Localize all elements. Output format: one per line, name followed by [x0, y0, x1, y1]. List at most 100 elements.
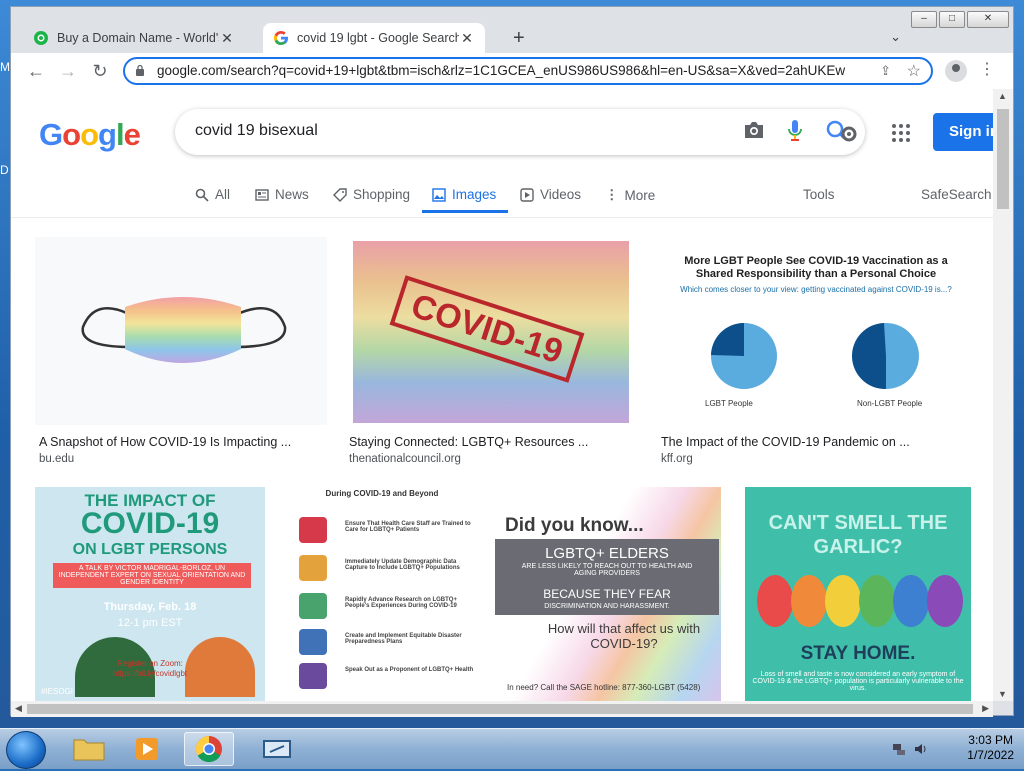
address-bar[interactable]: google.com/search?q=covid+19+lgbt&tbm=is… — [123, 57, 933, 85]
result-caption[interactable]: A Snapshot of How COVID-19 Is Impacting … — [39, 435, 291, 449]
search-settings-icon[interactable] — [825, 119, 859, 145]
share-icon[interactable]: ⇪ — [880, 63, 891, 79]
tab-search-button[interactable]: ⌄ — [890, 29, 901, 45]
image-result-kff-chart[interactable]: More LGBT People See COVID-19 Vaccinatio… — [657, 237, 973, 425]
result-caption[interactable]: The Impact of the COVID-19 Pandemic on .… — [661, 435, 910, 449]
search-type-tabs: All News Shopping Images Videos ⋮ More T… — [11, 181, 993, 213]
tab-close-icon[interactable]: ✕ — [219, 30, 235, 47]
tab-shopping[interactable]: Shopping — [333, 187, 410, 202]
horizontal-scrollbar[interactable]: ◀ ▶ — [11, 701, 993, 717]
sage-heading: Did you know... — [505, 515, 644, 536]
poster-line: ON LGBT PERSONS — [72, 541, 228, 558]
tab-label: News — [275, 187, 309, 202]
result-source[interactable]: kff.org — [661, 453, 693, 465]
poster-talk: A TALK BY VICTOR MADRIGAL-BORLOZ, UN IND… — [53, 563, 251, 588]
sage-hotline: In need? Call the SAGE hotline: 877-360-… — [507, 683, 701, 692]
tools-button[interactable]: Tools — [803, 187, 835, 202]
pie-label: Non-LGBT People — [857, 399, 923, 408]
profile-avatar[interactable] — [945, 60, 967, 82]
system-clock[interactable]: 3:03 PM 1/7/2022 — [967, 733, 1014, 763]
taskbar-explorer[interactable] — [64, 732, 114, 766]
tab-images[interactable]: Images — [432, 187, 496, 202]
rainbow-mask-image — [81, 297, 287, 363]
network-icon[interactable] — [892, 742, 906, 756]
image-result-recommendations[interactable]: During COVID-19 and Beyond Ensure That H… — [285, 487, 479, 701]
desktop-icon-label[interactable]: M — [0, 60, 10, 74]
image-result-covid-flag[interactable]: COVID-19 — [353, 241, 629, 423]
tab-label: Shopping — [353, 187, 411, 202]
camera-icon[interactable] — [743, 121, 765, 139]
shopping-tag-icon — [333, 187, 347, 202]
infographic-title: During COVID-19 and Beyond — [325, 489, 439, 498]
chart-image-title: More LGBT People See COVID-19 Vaccinatio… — [684, 255, 948, 280]
image-result-sage-elders[interactable]: Did you know... LGBTQ+ ELDERS ARE LESS L… — [493, 487, 721, 701]
taskbar-media-player[interactable] — [122, 732, 172, 766]
horizontal-scroll-thumb[interactable] — [27, 704, 973, 714]
lock-icon — [136, 64, 144, 76]
tab-close-icon[interactable]: ✕ — [459, 30, 475, 47]
search-input[interactable]: covid 19 bisexual — [195, 122, 318, 140]
image-result-garlic[interactable]: CAN'T SMELL THE GARLIC? STAY HOME. Loss … — [745, 487, 971, 701]
more-vert-icon: ⋮ — [605, 187, 619, 202]
back-button[interactable]: ← — [25, 60, 47, 82]
poster-register: Register on Zoom: — [117, 659, 183, 668]
scroll-up-icon[interactable]: ▲ — [998, 91, 1007, 101]
scroll-right-icon[interactable]: ▶ — [982, 703, 989, 714]
safesearch-button[interactable]: SafeSearch — [921, 187, 992, 202]
header-divider — [11, 217, 993, 218]
result-source[interactable]: thenationalcouncil.org — [349, 453, 461, 465]
result-caption[interactable]: Staying Connected: LGBTQ+ Resources ... — [349, 435, 588, 449]
volume-icon[interactable] — [914, 742, 928, 756]
news-icon — [255, 188, 269, 201]
search-box[interactable]: covid 19 bisexual — [175, 109, 865, 155]
result-source[interactable]: bu.edu — [39, 453, 74, 465]
taskbar-chrome[interactable] — [184, 732, 234, 766]
desktop-icon-label[interactable]: D — [0, 163, 9, 177]
sign-in-button[interactable]: Sign in — [933, 113, 993, 151]
forward-button[interactable]: → — [57, 60, 79, 82]
google-apps-icon[interactable] — [891, 123, 911, 143]
sage-elders: LGBTQ+ ELDERS — [545, 545, 669, 562]
garlic-foot: Loss of smell and taste is now considere… — [752, 671, 964, 692]
tab-google-search[interactable]: covid 19 lgbt - Google Search ✕ — [263, 23, 485, 53]
garlic-title: CAN'T SMELL THE GARLIC? — [768, 512, 948, 558]
tab-label: Images — [452, 187, 497, 202]
image-icon — [432, 187, 446, 202]
pie-lgbt — [711, 323, 777, 389]
start-button[interactable] — [6, 731, 46, 769]
taskbar-app[interactable] — [252, 732, 302, 766]
covid-stamp: COVID-19 — [389, 275, 585, 383]
rainbow-garlic-image — [757, 575, 963, 627]
chart-image-question: Which comes closer to your view: getting… — [680, 285, 952, 294]
reload-button[interactable]: ↻ — [89, 60, 111, 82]
scroll-down-icon[interactable]: ▼ — [998, 689, 1007, 699]
image-result-impact-talk[interactable]: THE IMPACT OF COVID-19 ON LGBT PERSONS A… — [35, 487, 265, 701]
pie-label: LGBT People — [705, 399, 753, 408]
media-player-icon — [136, 738, 158, 760]
bookmark-star-icon[interactable]: ☆ — [907, 61, 921, 81]
tab-label: More — [624, 187, 656, 203]
infographic-item: Create and Implement Equitable Disaster … — [345, 633, 462, 645]
chrome-menu-icon[interactable]: ⋮ — [979, 59, 995, 79]
google-logo[interactable]: Google — [39, 117, 141, 153]
new-tab-button[interactable]: + — [513, 27, 525, 50]
tab-news[interactable]: News — [255, 187, 309, 202]
tab-all[interactable]: All — [195, 187, 230, 202]
tab-more[interactable]: ⋮ More — [605, 187, 655, 203]
image-result-mask[interactable] — [35, 237, 327, 425]
chrome-icon — [195, 735, 222, 763]
folder-icon — [73, 739, 105, 761]
sage-sub: ARE LESS LIKELY TO REACH OUT TO HEALTH A… — [521, 563, 693, 577]
url-text[interactable]: google.com/search?q=covid+19+lgbt&tbm=is… — [157, 63, 865, 78]
tab-domain[interactable]: Buy a Domain Name - World's Be ✕ — [23, 23, 245, 53]
clock-date: 1/7/2022 — [967, 748, 1014, 762]
sage-sub: DISCRIMINATION AND HARASSMENT. — [544, 603, 670, 610]
microphone-icon[interactable] — [787, 119, 803, 143]
tab-videos[interactable]: Videos — [520, 187, 581, 202]
google-favicon-icon — [273, 31, 288, 46]
scroll-left-icon[interactable]: ◀ — [15, 703, 22, 714]
tab-title: covid 19 lgbt - Google Search — [297, 31, 459, 45]
active-tab-indicator — [422, 210, 508, 213]
vertical-scrollbar[interactable]: ▲ ▼ — [993, 89, 1013, 701]
vertical-scroll-thumb[interactable] — [997, 109, 1009, 209]
